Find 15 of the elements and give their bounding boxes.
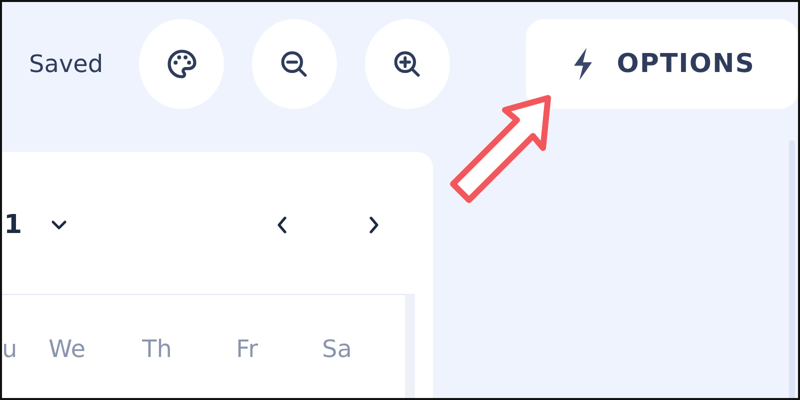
weekday-label: Th <box>141 335 173 363</box>
previous-icon[interactable] <box>275 215 289 235</box>
weekday-label: Sa <box>321 335 353 363</box>
dropdown-caret-icon[interactable] <box>50 219 68 231</box>
weekday-label: u <box>2 335 18 363</box>
scrollbar[interactable] <box>789 140 795 398</box>
month-label: 1 <box>4 210 22 240</box>
next-icon[interactable] <box>367 215 381 235</box>
zoom-in-icon <box>392 49 422 79</box>
palette-icon <box>164 47 199 81</box>
save-status: Saved <box>29 50 104 78</box>
weekday-label: Fr <box>235 335 259 363</box>
options-button[interactable]: OPTIONS <box>526 19 798 109</box>
weekday-label: We <box>47 335 87 363</box>
zoom-out-icon <box>279 49 310 79</box>
